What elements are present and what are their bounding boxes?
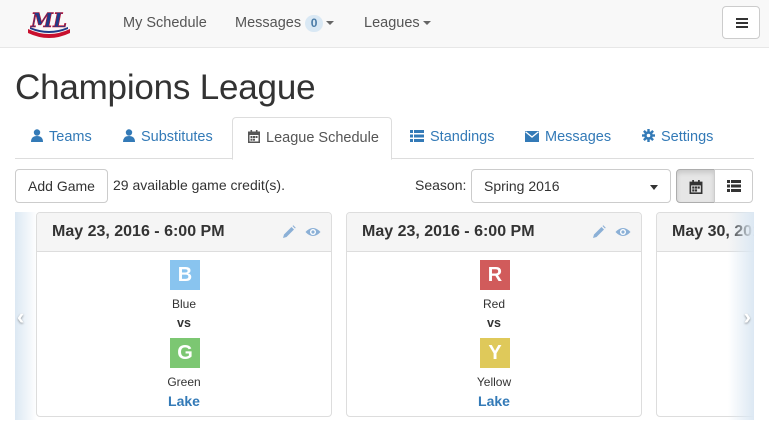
chevron-down-icon [650,185,658,190]
game-card-header: May 23, 2016 - 6:00 PM [37,213,331,252]
list-icon [727,180,741,192]
tab-substitutes[interactable]: Substitutes [123,117,213,159]
season-label: Season: [415,177,467,193]
tab-league-schedule[interactable]: League Schedule [232,117,392,160]
vs-label: vs [487,316,501,330]
chevron-left-icon: ‹ [17,304,25,329]
team-badge: B [170,260,200,290]
tab-messages[interactable]: Messages [525,117,611,159]
user-icon [31,118,43,159]
team-name: Green [167,375,201,389]
team-badge: R [480,260,510,290]
tab-messages-label: Messages [545,129,612,145]
game-date: May 23, 2016 - 6:00 PM [52,223,225,240]
game-card-body: B Blue vs G Green Lake [37,252,331,416]
chevron-down-icon [422,21,431,26]
eye-icon[interactable] [305,225,321,239]
nav-leagues[interactable]: Leagues [364,15,431,31]
season-select[interactable]: Spring 2016 [471,169,671,203]
pencil-icon[interactable] [282,225,296,239]
vs-label: vs [177,316,191,330]
page-title: Champions League [15,68,316,107]
game-credits-text: 29 available game credit(s). [113,177,285,193]
team-badge: Y [480,338,510,368]
carousel-prev-control[interactable]: ‹ [15,212,37,420]
game-card: May 23, 2016 - 6:00 PM R Red vs Y Yellow… [346,212,642,417]
list-view-button[interactable] [714,169,753,203]
team-name: Red [482,297,505,311]
tab-standings[interactable]: Standings [410,117,495,159]
messages-count-badge: 0 [305,15,324,32]
tab-standings-label: Standings [430,129,495,145]
nav-messages-label: Messages [235,15,302,31]
game-date: May 23, 2016 - 6:00 PM [362,223,535,240]
nav-my-schedule[interactable]: My Schedule [123,15,207,31]
tab-substitutes-label: Substitutes [141,129,213,145]
team-badge: G [170,338,200,368]
pencil-icon[interactable] [592,225,606,239]
tab-settings[interactable]: Settings [642,117,713,159]
season-select-value: Spring 2016 [484,178,560,194]
game-card-body: R Red vs Y Yellow Lake [347,252,641,416]
calendar-icon [248,119,260,160]
eye-icon[interactable] [615,225,631,239]
nav-leagues-label: Leagues [364,15,420,31]
team-name: Yellow [476,375,512,389]
add-game-button[interactable]: Add Game [15,169,108,203]
user-icon [123,118,135,159]
tab-teams-label: Teams [49,129,92,145]
team-name: Blue [171,297,197,311]
top-navbar: ML My Schedule Messages 0 Leagues [0,0,769,48]
logo-text: ML [30,9,67,32]
hamburger-icon-bar [736,22,748,24]
calendar-icon [689,180,703,194]
envelope-icon [525,118,539,159]
location-link[interactable]: Lake [347,393,641,409]
nav-messages[interactable]: Messages 0 [235,15,335,32]
carousel-next-control[interactable]: › [728,212,754,420]
tab-teams[interactable]: Teams [31,117,92,159]
game-card-header: May 23, 2016 - 6:00 PM [347,213,641,252]
tab-league-schedule-label: League Schedule [266,130,379,146]
chevron-right-icon: › [743,304,751,329]
ml-logo[interactable]: ML [26,8,72,39]
location-link[interactable]: Lake [37,393,331,409]
hamburger-icon [736,18,748,20]
tab-settings-label: Settings [661,129,714,145]
calendar-view-button[interactable] [676,169,715,203]
gear-icon [642,118,655,159]
chevron-down-icon [326,21,335,26]
game-carousel: May 23, 2016 - 6:00 PM B Blue vs G Green… [15,212,754,420]
game-card: May 23, 2016 - 6:00 PM B Blue vs G Green… [36,212,332,417]
list-icon [410,118,424,159]
hamburger-icon-bar [736,26,748,28]
league-tabs: Teams Substitutes League Schedule Standi… [15,117,754,160]
hamburger-menu-button[interactable] [722,6,760,39]
